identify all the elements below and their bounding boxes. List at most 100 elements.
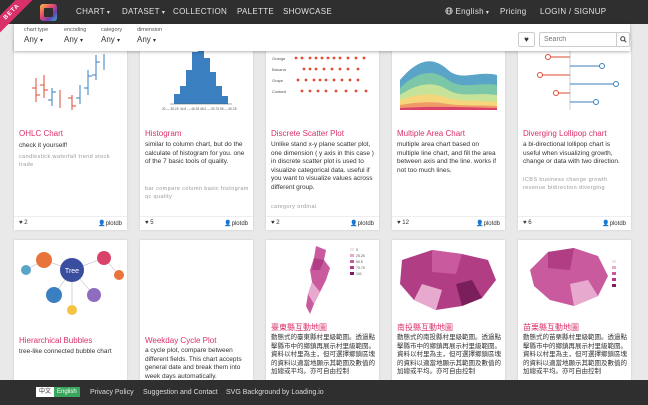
scatter-point <box>338 56 342 60</box>
user-icon: 👤 <box>476 221 484 227</box>
nav-chart[interactable]: CHART ▾ <box>76 0 110 24</box>
chart-card-ohlc[interactable]: OHLC Chart check it yourself! candlestic… <box>14 40 127 230</box>
scatter-point <box>314 67 318 71</box>
favorite-count[interactable]: ♥ 2 <box>271 220 280 226</box>
svg-background-link[interactable]: SVG Background by Loading.io <box>226 380 324 405</box>
chart-card-nantou-map[interactable]: 南投縣互動地圖 動態式的南投縣村里級範圍。透過點擊縣市中的鄉鎮再展示村里級範圍。… <box>392 240 505 385</box>
scatter-point <box>300 89 304 93</box>
card-footer: ♥ 2 👤plotdb <box>266 216 379 230</box>
nav-dataset[interactable]: DATASET ▾ <box>122 0 165 24</box>
filter-chart-type[interactable]: chart type Any ▾ <box>24 27 48 44</box>
chart-card-multiple-area[interactable]: Multiple Area Chart multiple area chart … <box>392 40 505 230</box>
scatter-point <box>346 56 350 60</box>
nav-login[interactable]: LOGIN / SIGNUP <box>540 0 606 24</box>
card-tags: category ordinal <box>271 204 317 210</box>
suggestion-contact-link[interactable]: Suggestion and Contact <box>143 380 218 405</box>
author[interactable]: 👤plotdb <box>476 220 500 227</box>
scatter-category-label: Grape <box>272 78 284 83</box>
heart-icon: ♥ <box>19 220 23 226</box>
filter-dimension[interactable]: dimension Any ▾ <box>137 27 162 44</box>
card-description: 動態式的臺東縣村里級範圍。透過點擊縣市中的鄉鎮再展示村里級範圍。資料以村里為主，… <box>271 333 375 376</box>
card-description: multiple area chart based on multiple li… <box>397 141 496 174</box>
nav-showcase[interactable]: SHOWCASE <box>283 0 332 24</box>
scatter-point <box>334 89 338 93</box>
card-description: check it yourself! <box>19 142 68 149</box>
scatter-point <box>346 67 350 71</box>
scatter-point <box>354 89 358 93</box>
map-legend-label: 101 <box>356 272 362 276</box>
filter-encoding[interactable]: encoding Any ▾ <box>64 27 86 44</box>
favorites-filter-button[interactable]: ♥ <box>518 32 535 47</box>
favorite-count[interactable]: ♥ 5 <box>145 220 154 226</box>
scatter-point <box>354 56 358 60</box>
user-icon: 👤 <box>602 221 610 227</box>
chart-card-weekday-cycle[interactable]: Weekday Cycle Plot a cycle plot, compare… <box>140 240 253 385</box>
card-title[interactable]: Weekday Cycle Plot <box>145 336 216 345</box>
scatter-category-label: Orange <box>272 56 286 61</box>
language-select[interactable]: English ▾ <box>445 0 489 24</box>
nav-collection[interactable]: COLLECTION <box>173 0 227 24</box>
filter-bar: chart type Any ▾ encoding Any ▾ category… <box>14 24 630 51</box>
scatter-point <box>324 89 328 93</box>
card-tags: ICBS business change growth revenue bidi… <box>523 177 608 191</box>
top-navbar: BETA CHART ▾ DATASET ▾ COLLECTION PALETTE … <box>0 0 648 35</box>
scatter-point <box>316 89 320 93</box>
bubble-label: Tree <box>65 268 79 275</box>
favorite-count[interactable]: ♥ 2 <box>19 220 28 226</box>
search-input[interactable] <box>539 32 617 47</box>
chart-card-discrete-scatter[interactable]: Apple Orange Banana Grape Custard Discre… <box>266 40 379 230</box>
chart-card-taitung-map[interactable]: 0 25.25 50.5 75.75 101 臺東縣互動地圖 動態式的臺東縣村里… <box>266 240 379 385</box>
card-tags: candlestick waterfall trend stock trade <box>19 154 110 168</box>
privacy-policy-link[interactable]: Privacy Policy <box>90 380 134 405</box>
heart-icon: ♥ <box>145 220 149 226</box>
histogram-tick-label: 30 — 35.25 <box>162 107 179 111</box>
chart-card-diverging-lollipop[interactable]: Diverging Lollipop chart a bi-directiona… <box>518 40 631 230</box>
search-button[interactable] <box>616 32 630 47</box>
card-description: Unlike stand x-y plane scatter plot, one… <box>271 141 374 191</box>
favorite-count[interactable]: ♥ 12 <box>397 220 409 226</box>
scatter-point <box>304 78 308 82</box>
language-switch[interactable]: 中文 English <box>36 387 80 397</box>
card-title[interactable]: 苗栗縣互動地圖 <box>523 322 579 333</box>
lang-zh-option[interactable]: 中文 <box>36 387 55 397</box>
filter-category[interactable]: category Any ▾ <box>101 27 122 44</box>
card-title[interactable]: Diverging Lollipop chart <box>523 129 607 138</box>
author[interactable]: 👤plotdb <box>98 220 122 227</box>
card-title[interactable]: 南投縣互動地圖 <box>397 322 453 333</box>
card-tags: bar compare column basic histogram qc qu… <box>145 186 249 200</box>
card-title[interactable]: 臺東縣互動地圖 <box>271 322 327 333</box>
favorite-count[interactable]: ♥ 6 <box>523 220 532 226</box>
scatter-point <box>296 78 300 82</box>
nav-palette[interactable]: PALETTE <box>237 0 274 24</box>
scatter-point <box>332 56 336 60</box>
site-logo[interactable] <box>40 4 57 21</box>
author[interactable]: 👤plotdb <box>350 220 374 227</box>
scatter-point <box>312 78 316 82</box>
chart-card-histogram[interactable]: 30 — 35.25 44.8 — 46.25 48.4 — 50.75 55 … <box>140 40 253 230</box>
card-title[interactable]: Discrete Scatter Plot <box>271 129 344 138</box>
scatter-point <box>302 67 306 71</box>
scatter-category-label: Custard <box>272 89 286 94</box>
card-title[interactable]: Multiple Area Chart <box>397 129 465 138</box>
chart-card-hierarchical-bubbles[interactable]: Tree Hierarchical Bubbles tree-like conn… <box>14 240 127 385</box>
scatter-point <box>356 78 360 82</box>
map-legend-label: 75.75 <box>356 266 365 270</box>
card-title[interactable]: OHLC Chart <box>19 129 63 138</box>
scatter-point <box>340 78 344 82</box>
card-description: 動態式的苗栗縣村里級範圍。透過點擊縣市中的鄉鎮再展示村里級範圍。資料以村里為主，… <box>523 333 627 376</box>
nav-pricing[interactable]: Pricing <box>500 0 527 24</box>
page-footer: 中文 English Privacy Policy Suggestion and… <box>0 380 648 405</box>
chart-card-miaoli-map[interactable]: 苗栗縣互動地圖 動態式的苗栗縣村里級範圍。透過點擊縣市中的鄉鎮再展示村里級範圍。… <box>518 240 631 385</box>
author[interactable]: 👤plotdb <box>224 220 248 227</box>
author[interactable]: 👤plotdb <box>602 220 626 227</box>
user-icon: 👤 <box>350 221 358 227</box>
card-description: a cycle plot, compare between different … <box>145 347 242 380</box>
map-legend-label: 25.25 <box>356 254 365 258</box>
scatter-point <box>364 89 368 93</box>
card-title[interactable]: Histogram <box>145 129 181 138</box>
card-description: 動態式的南投縣村里級範圍。透過點擊縣市中的鄉鎮再展示村里級範圍。資料以村里為主，… <box>397 333 501 376</box>
card-title[interactable]: Hierarchical Bubbles <box>19 336 92 345</box>
card-footer: ♥ 6 👤plotdb <box>518 216 631 230</box>
scatter-category-label: Banana <box>272 67 287 72</box>
lang-en-option[interactable]: English <box>54 387 80 397</box>
